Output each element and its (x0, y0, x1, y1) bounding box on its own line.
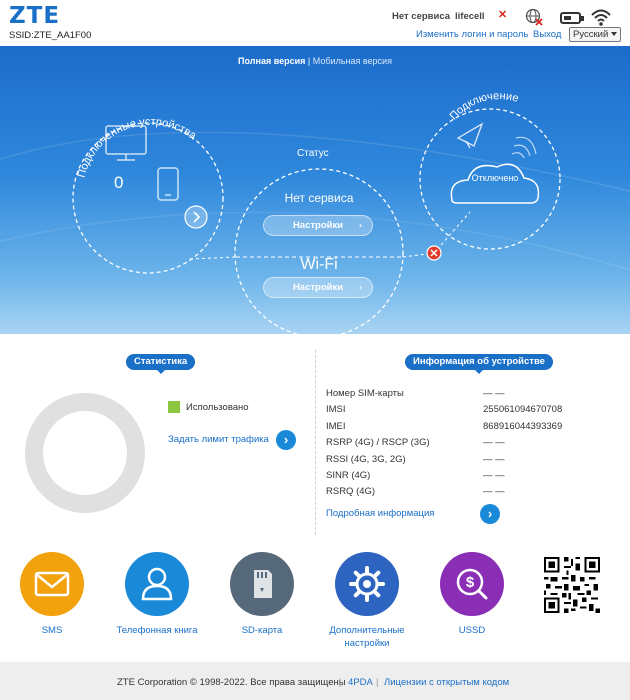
network-settings-button[interactable]: Настройки › (263, 215, 373, 236)
4pda-link[interactable]: 4PDA (348, 677, 373, 688)
network-status-text: Нет сервиса (392, 11, 451, 22)
globe-disconnected-icon (525, 8, 543, 26)
device-info-value: — — (483, 470, 505, 481)
connection-state-text: Отключено (471, 173, 519, 183)
network-settings-label: Настройки (292, 220, 344, 231)
footer-separator: | (376, 677, 379, 688)
wifi-settings-label: Настройки (292, 282, 344, 293)
connected-devices-title: Подключенные устройства (76, 116, 200, 179)
device-info-badge: Информация об устройстве (405, 354, 553, 374)
app-sms[interactable]: SMS (7, 552, 97, 637)
hero-panel: Подключенные устройства Подключение Полн… (0, 46, 630, 334)
wifi-settings-button[interactable]: Настройки › (263, 277, 373, 298)
device-info-label: IMSI (326, 404, 346, 416)
device-info-label: IMEI (326, 420, 346, 432)
gear-icon (349, 566, 385, 602)
sms-app-circle (20, 552, 84, 616)
dollar-icon: $ (456, 568, 488, 600)
device-info-label: RSRQ (4G) (326, 486, 376, 498)
mobile-version-link[interactable]: Мобильная версия (313, 56, 392, 66)
language-select[interactable]: Русский (569, 27, 621, 42)
version-switch: Полная версия | Мобильная версия (0, 56, 630, 66)
app-label: USSD (458, 625, 486, 636)
operator-name: lifecell (455, 11, 485, 22)
change-login-link[interactable]: Изменить логин и пароль (416, 29, 528, 40)
wifi-title: Wi-Fi (300, 256, 338, 273)
paper-plane-icon (456, 122, 484, 149)
legend-used-label: Использовано (186, 402, 249, 413)
detailed-info-arrow-button[interactable]: › (480, 504, 500, 524)
section-divider (315, 350, 316, 535)
ussd-app-circle: $ (440, 552, 504, 616)
set-traffic-limit-link[interactable]: Задать лимит трафика (168, 434, 269, 445)
device-info-value: — — (483, 388, 505, 399)
app-ussd[interactable]: $ USSD (427, 552, 517, 637)
person-icon (141, 567, 173, 601)
app-label: SMS (41, 625, 63, 636)
device-info-value: 255061094670708 (483, 404, 563, 416)
set-limit-arrow-button[interactable]: › (276, 430, 296, 450)
sd-card-icon (254, 570, 272, 598)
logout-link[interactable]: Выход (533, 29, 561, 40)
chevron-right-icon: › (358, 282, 362, 293)
qr-code (544, 557, 600, 613)
network-service-text: Нет сервиса (284, 191, 354, 205)
settings-app-circle (335, 552, 399, 616)
device-info-label: SINR (4G) (326, 470, 371, 481)
open-source-licenses-link[interactable]: Лицензии с открытым кодом (384, 677, 509, 688)
app-phonebook[interactable]: Телефонная книга (112, 552, 202, 637)
connected-devices-count: 0 (114, 173, 124, 192)
sim-missing-icon: ✕ (498, 9, 508, 21)
device-info-value: — — (483, 437, 505, 449)
device-info-label: RSRP (4G) / RSCP (3G) (326, 437, 430, 449)
device-info-value: — — (483, 453, 505, 465)
devices-arrow-button (184, 205, 208, 229)
device-info-label: Номер SIM-карты (326, 388, 404, 399)
app-label: SD-карта (241, 625, 283, 636)
signal-arcs-icon (511, 136, 537, 159)
device-info-value: 868916044393369 (483, 420, 563, 432)
chevron-right-icon: › (358, 220, 362, 231)
chevron-down-icon (611, 32, 617, 36)
app-sd-card[interactable]: SD-карта (217, 552, 307, 637)
zte-logo[interactable]: ZTE (9, 3, 60, 29)
language-selected-value: Русский (573, 29, 609, 40)
legend-used-swatch (168, 401, 180, 413)
detailed-info-link[interactable]: Подробная информация (326, 508, 434, 519)
sd-card-app-circle (230, 552, 294, 616)
app-label: Дополнительные настройки (329, 625, 405, 649)
connection-title: Подключение (448, 90, 520, 122)
footer-separator: | (339, 677, 342, 688)
full-version-link[interactable]: Полная версия (238, 56, 305, 66)
app-label: Телефонная книга (116, 625, 198, 636)
envelope-icon (34, 571, 70, 597)
app-advanced-settings[interactable]: Дополнительные настройки (322, 552, 412, 650)
status-title: Статус (297, 148, 329, 159)
version-separator: | (307, 56, 311, 66)
header: ZTE SSID:ZTE_AA1F00 Нет сервиса lifecell… (0, 0, 630, 46)
traffic-donut-chart (25, 393, 145, 513)
ssid-label: SSID:ZTE_AA1F00 (9, 30, 92, 41)
battery-icon (560, 12, 584, 24)
phonebook-app-circle (125, 552, 189, 616)
device-info-label: RSSI (4G, 3G, 2G) (326, 453, 406, 465)
statistics-badge: Статистика (126, 354, 196, 374)
copyright-text: ZTE Corporation © 1998-2022. Все права з… (117, 677, 346, 688)
footer: ZTE Corporation © 1998-2022. Все права з… (0, 662, 630, 700)
device-info-value: — — (483, 486, 505, 498)
wifi-signal-icon (591, 9, 611, 26)
svg-text:$: $ (466, 574, 475, 591)
